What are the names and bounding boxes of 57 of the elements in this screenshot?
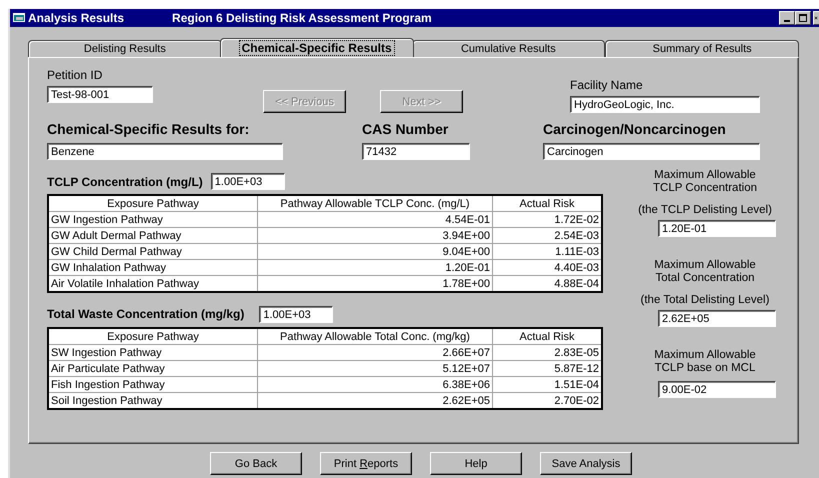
- table-cell: Air Volatile Inhalation Pathway: [48, 276, 258, 292]
- limit-caption: Maximum Allowable TCLP Concentration: [653, 169, 757, 195]
- table-cell: SW Ingestion Pathway: [48, 344, 258, 360]
- input-field[interactable]: 2.62E+05: [658, 310, 776, 327]
- limit-caption: Maximum Allowable TCLP base on MCL: [654, 349, 756, 375]
- table-cell: Air Particulate Pathway: [48, 360, 258, 376]
- column-header: Exposure Pathway: [48, 195, 258, 212]
- input-field[interactable]: 1.00E+03: [259, 306, 334, 322]
- table-cell: 5.12E+07: [258, 360, 492, 376]
- table-cell: 6.38E+06: [258, 376, 492, 392]
- table-cell: GW Inhalation Pathway: [48, 260, 258, 276]
- limit-note: (the Total Delisting Level): [640, 294, 770, 307]
- concentration-label: TCLP Concentration (mg/L): [47, 174, 203, 188]
- maximize-icon: [798, 13, 808, 23]
- input-field[interactable]: HydroGeoLogic, Inc.: [570, 96, 760, 113]
- column-header: Pathway Allowable TCLP Conc. (mg/L): [258, 195, 492, 212]
- limit-caption: Maximum Allowable Total Concentration: [654, 259, 756, 285]
- limit-note: (the TCLP Delisting Level): [638, 204, 772, 217]
- input-field[interactable]: 9.00E-02: [658, 381, 776, 398]
- minimize-button[interactable]: [779, 11, 795, 25]
- column-header: Pathway Allowable Total Conc. (mg/kg): [258, 328, 492, 344]
- table-cell: GW Adult Dermal Pathway: [48, 228, 258, 244]
- tab[interactable]: Chemical-Specific Results: [220, 38, 414, 57]
- section-heading: CAS Number: [362, 121, 450, 139]
- table-cell: Fish Ingestion Pathway: [48, 376, 258, 392]
- window-icon[interactable]: [13, 13, 25, 23]
- action-button[interactable]: Save Analysis: [540, 452, 632, 475]
- field-label: Petition ID: [47, 68, 104, 84]
- concentration-label: Total Waste Concentration (mg/kg): [47, 307, 244, 321]
- input-field[interactable]: 1.00E+03: [210, 173, 285, 190]
- tab[interactable]: Delisting Results: [28, 40, 222, 57]
- input-field[interactable]: Benzene: [47, 143, 283, 160]
- field-label: Facility Name: [570, 78, 644, 94]
- input-field[interactable]: Carcinogen: [543, 143, 760, 160]
- input-field[interactable]: 1.20E-01: [658, 220, 776, 237]
- tab[interactable]: Summary of Results: [605, 40, 799, 57]
- window-subtitle: Region 6 Delisting Risk Assessment Program: [172, 11, 432, 25]
- section-heading: Carcinogen/Noncarcinogen: [543, 121, 727, 139]
- table-cell: 9.04E+00: [258, 244, 492, 260]
- table-cell: 3.94E+00: [258, 228, 492, 244]
- close-button[interactable]: [813, 11, 819, 25]
- input-field[interactable]: 71432: [362, 143, 470, 160]
- minimize-icon: [784, 20, 790, 22]
- action-button[interactable]: Help: [430, 452, 522, 475]
- action-button[interactable]: Print Reports: [320, 452, 412, 475]
- table-cell: GW Child Dermal Pathway: [48, 244, 258, 260]
- table-cell: 4.54E-01: [258, 212, 492, 228]
- window-title: Analysis Results: [28, 11, 124, 25]
- table-cell: 2.66E+07: [258, 344, 492, 360]
- input-field[interactable]: Test-98-001: [47, 86, 153, 103]
- action-button[interactable]: Go Back: [210, 452, 302, 475]
- tab[interactable]: Cumulative Results: [412, 40, 606, 57]
- maximize-button[interactable]: [795, 11, 811, 25]
- section-heading: Chemical-Specific Results for:: [47, 121, 250, 139]
- table-cell: GW Ingestion Pathway: [48, 212, 258, 228]
- table-cell: 1.20E-01: [258, 260, 492, 276]
- column-header: Exposure Pathway: [48, 328, 258, 344]
